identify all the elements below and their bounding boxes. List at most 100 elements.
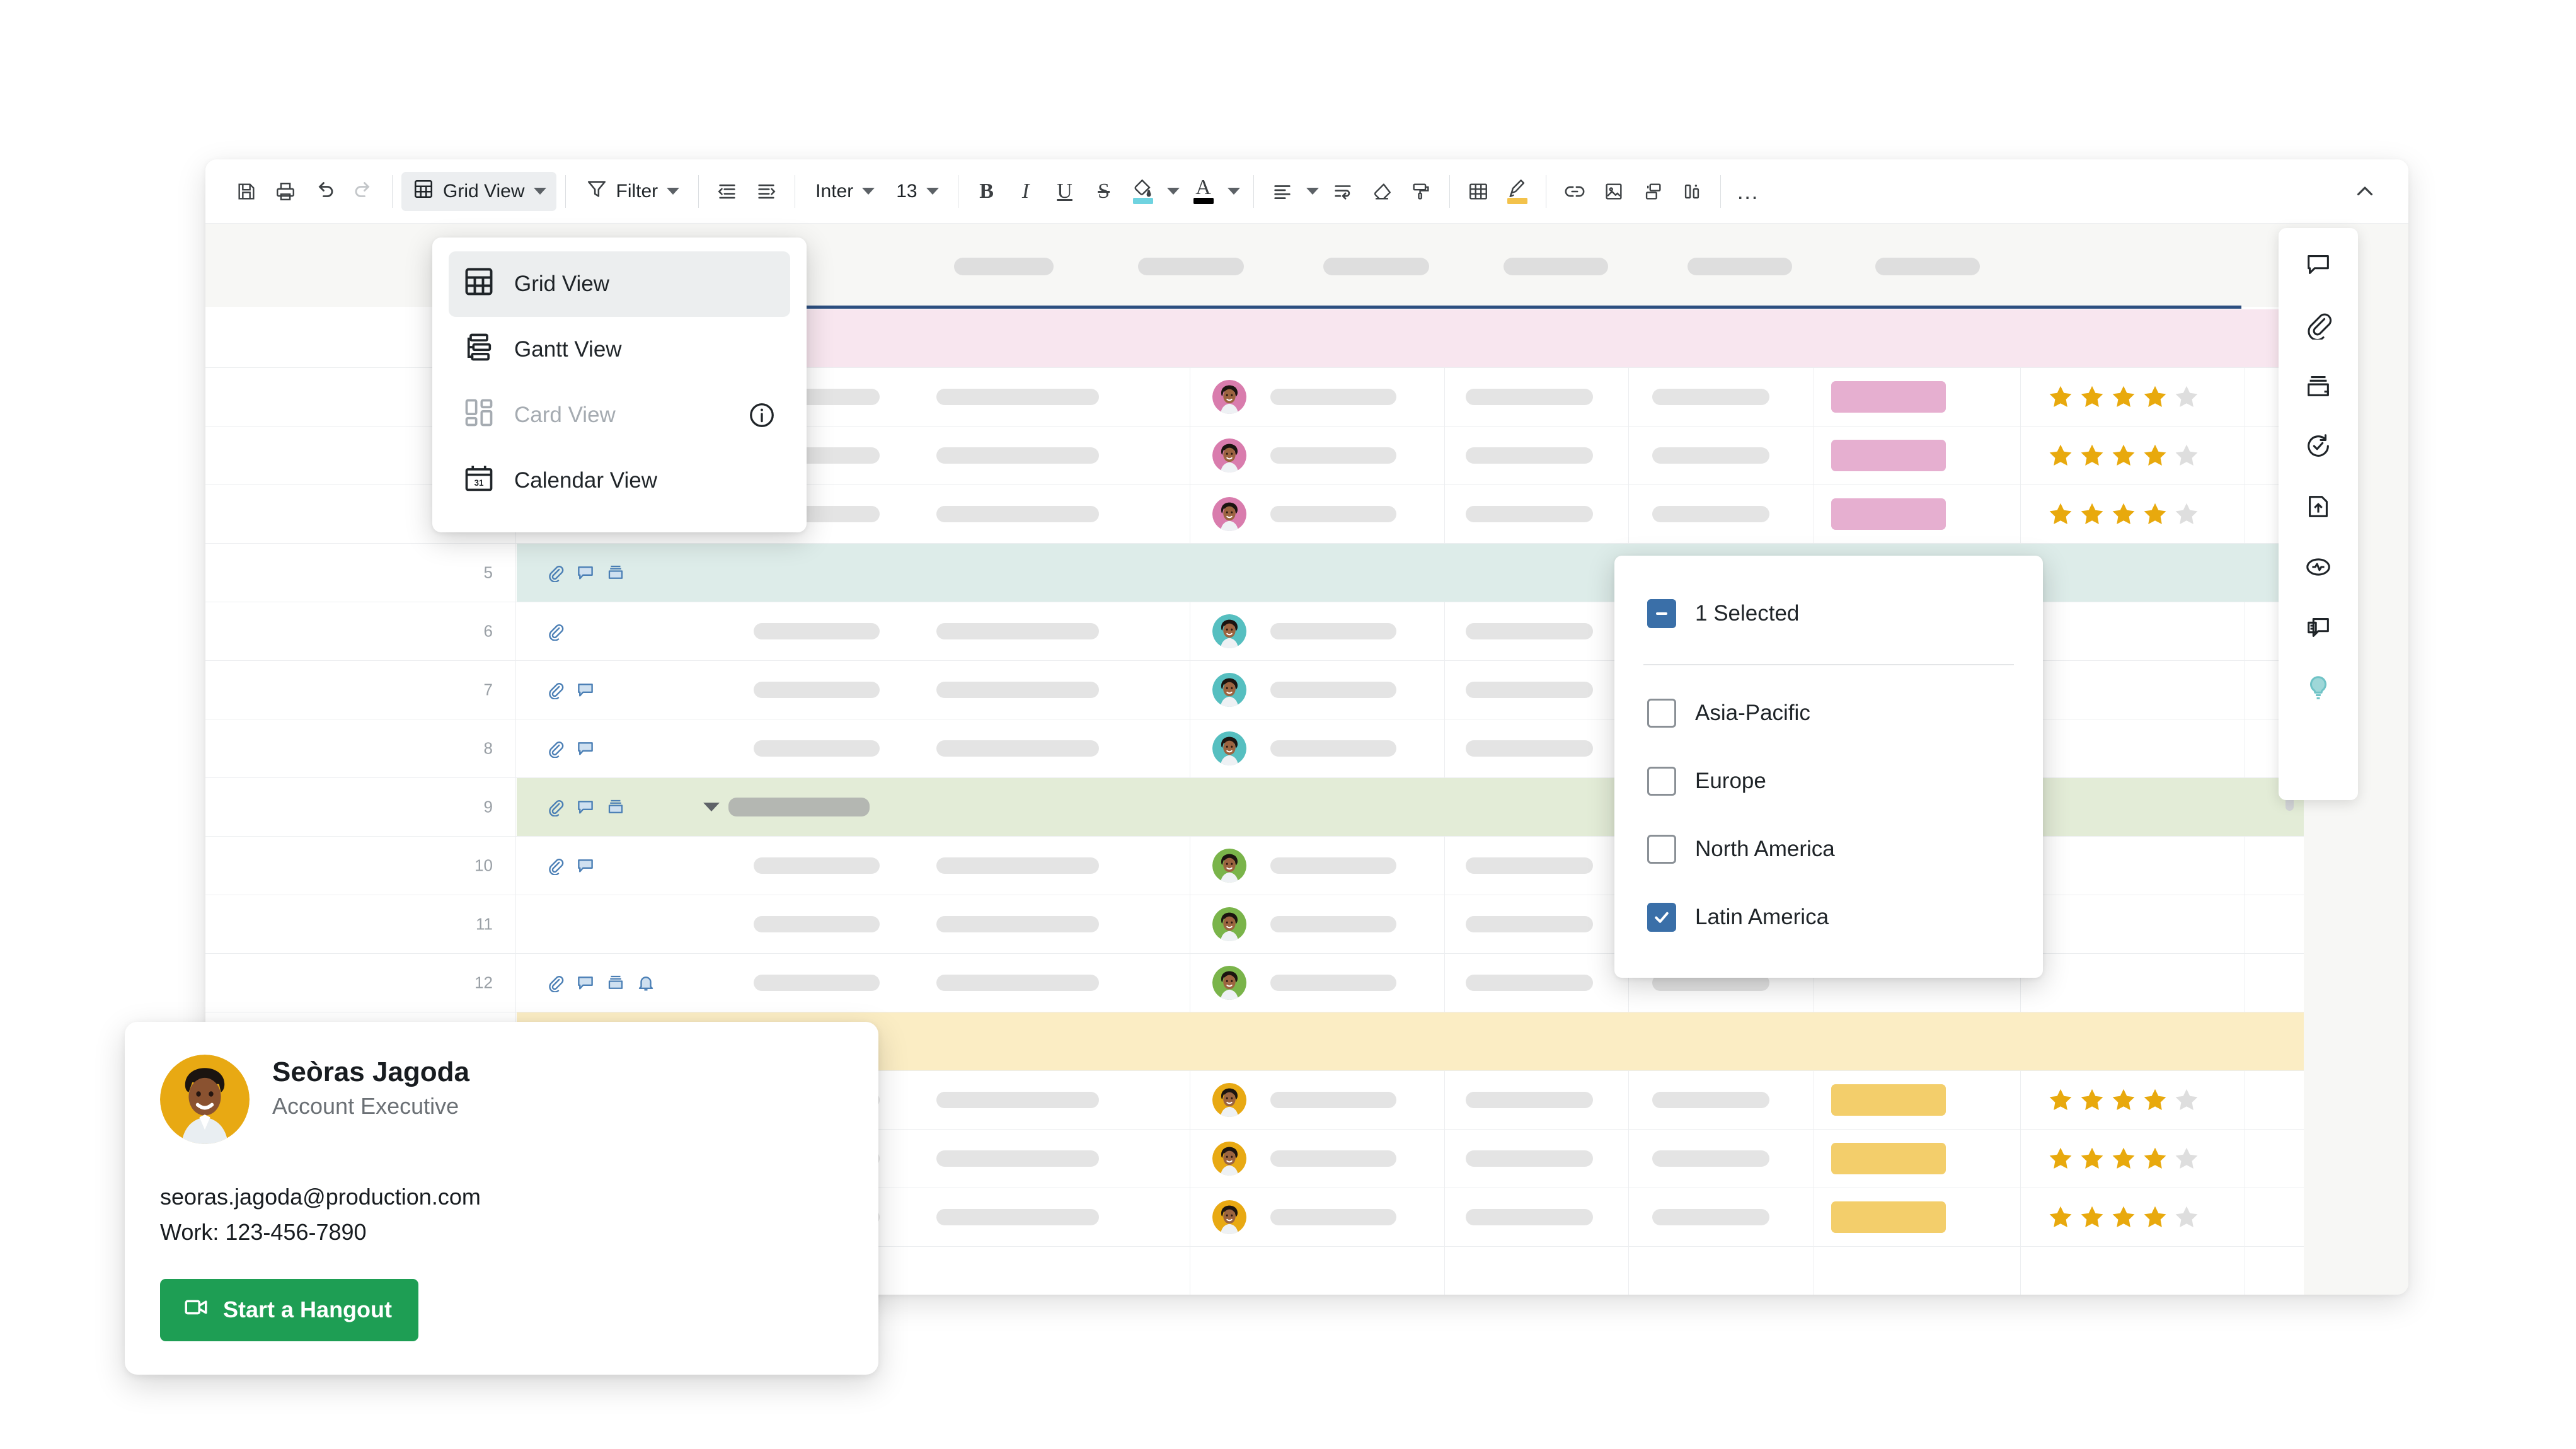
print-button[interactable]: [266, 172, 305, 211]
paperclip-icon[interactable]: [546, 856, 565, 875]
highlighter-button[interactable]: [1498, 172, 1537, 211]
align-button[interactable]: [1263, 172, 1302, 211]
paperclip-icon[interactable]: [546, 798, 565, 816]
menu-item-calendar-view[interactable]: 31 Calendar View: [449, 448, 790, 513]
filter-option-latin-america[interactable]: Latin America: [1614, 883, 2043, 951]
summary-icon[interactable]: [2291, 605, 2345, 650]
status-chip[interactable]: [1831, 440, 1946, 471]
filter-select-all[interactable]: 1 Selected: [1614, 580, 2043, 648]
status-chip[interactable]: [1831, 381, 1946, 413]
column-tools-button[interactable]: [1672, 172, 1711, 211]
avatar[interactable]: [1212, 966, 1246, 1000]
avatar[interactable]: [1212, 1142, 1246, 1176]
save-button[interactable]: [227, 172, 266, 211]
paperclip-icon[interactable]: [546, 739, 565, 758]
paperclip-icon[interactable]: [546, 622, 565, 641]
filter-option-north-america[interactable]: North America: [1614, 815, 2043, 883]
checkbox-checked[interactable]: [1647, 903, 1676, 932]
proof-icon[interactable]: [606, 798, 625, 816]
comment-icon[interactable]: [576, 563, 595, 582]
paperclip-icon[interactable]: [546, 563, 565, 582]
filter-button[interactable]: Filter: [575, 172, 690, 211]
wrap-text-button[interactable]: [1323, 172, 1362, 211]
clear-formatting-button[interactable]: [1362, 172, 1401, 211]
group-collapse-icon[interactable]: [703, 803, 720, 811]
status-chip[interactable]: [1831, 1143, 1946, 1174]
undo-button[interactable]: [305, 172, 344, 211]
comment-icon[interactable]: [576, 798, 595, 816]
update-request-icon[interactable]: [2291, 423, 2345, 469]
activity-log-icon[interactable]: [2291, 544, 2345, 590]
comment-icon[interactable]: [576, 973, 595, 992]
star-rating[interactable]: [2047, 1086, 2200, 1114]
avatar[interactable]: [1212, 849, 1246, 883]
star-rating[interactable]: [2047, 383, 2200, 411]
text-color-button[interactable]: A: [1184, 172, 1223, 211]
bell-icon[interactable]: [636, 973, 655, 992]
increase-indent-button[interactable]: [747, 172, 786, 211]
view-selector-button[interactable]: Grid View: [401, 171, 556, 211]
info-icon[interactable]: [747, 401, 776, 430]
insert-link-button[interactable]: [1555, 172, 1594, 211]
checkbox[interactable]: [1647, 699, 1676, 728]
star-rating[interactable]: [2047, 1203, 2200, 1231]
start-hangout-button[interactable]: Start a Hangout: [160, 1278, 419, 1341]
italic-button[interactable]: I: [1006, 172, 1045, 211]
format-painter-button[interactable]: [1401, 172, 1440, 211]
star-rating[interactable]: [2047, 442, 2200, 469]
filter-option-asia-pacific[interactable]: Asia-Pacific: [1614, 679, 2043, 747]
comment-icon[interactable]: [2291, 242, 2345, 287]
avatar[interactable]: [1212, 380, 1246, 414]
avatar[interactable]: [1212, 497, 1246, 531]
more-options-button[interactable]: …: [1730, 172, 1769, 211]
status-chip[interactable]: [1831, 1084, 1946, 1116]
menu-item-grid-view[interactable]: Grid View: [449, 251, 790, 317]
insert-image-button[interactable]: [1594, 172, 1633, 211]
avatar[interactable]: [1212, 673, 1246, 707]
collapse-toolbar-button[interactable]: [2343, 172, 2387, 211]
contact-email[interactable]: seoras.jagoda@production.com: [160, 1179, 843, 1215]
proof-icon[interactable]: [2291, 363, 2345, 408]
menu-item-gantt-view[interactable]: Gantt View: [449, 317, 790, 382]
avatar[interactable]: [1212, 1200, 1246, 1234]
lightbulb-icon[interactable]: [2291, 665, 2345, 711]
contact-phone[interactable]: Work: 123-456-7890: [160, 1215, 843, 1250]
font-size-selector[interactable]: 13: [885, 172, 948, 211]
table-borders-button[interactable]: [1459, 172, 1498, 211]
status-chip[interactable]: [1831, 1201, 1946, 1233]
card-layout-button[interactable]: [1633, 172, 1672, 211]
strikethrough-button[interactable]: S: [1084, 172, 1124, 211]
text-color-dropdown[interactable]: [1223, 172, 1245, 211]
decrease-indent-button[interactable]: [708, 172, 747, 211]
paperclip-icon[interactable]: [546, 973, 565, 992]
comment-icon[interactable]: [576, 856, 595, 875]
fill-color-dropdown[interactable]: [1163, 172, 1184, 211]
avatar[interactable]: [1212, 907, 1246, 941]
star-rating[interactable]: [2047, 1145, 2200, 1172]
bold-button[interactable]: B: [967, 172, 1006, 211]
fill-color-button[interactable]: [1124, 172, 1163, 211]
font-family-selector[interactable]: Inter: [804, 172, 885, 211]
filter-option-europe[interactable]: Europe: [1614, 747, 2043, 815]
attachment-icon[interactable]: [2291, 302, 2345, 348]
redo-button[interactable]: [344, 172, 383, 211]
star-rating[interactable]: [2047, 500, 2200, 528]
avatar[interactable]: [1212, 1083, 1246, 1117]
cell-placeholder: [754, 623, 880, 639]
cell-placeholder: [1466, 506, 1593, 522]
underline-button[interactable]: U: [1045, 172, 1084, 211]
proof-icon[interactable]: [606, 563, 625, 582]
checkbox[interactable]: [1647, 835, 1676, 864]
paperclip-icon[interactable]: [546, 680, 565, 699]
comment-icon[interactable]: [576, 739, 595, 758]
avatar[interactable]: [1212, 438, 1246, 472]
comment-icon[interactable]: [576, 680, 595, 699]
align-dropdown[interactable]: [1302, 172, 1323, 211]
avatar[interactable]: [1212, 614, 1246, 648]
status-chip[interactable]: [1831, 498, 1946, 530]
checkbox[interactable]: [1647, 767, 1676, 796]
proof-icon[interactable]: [606, 973, 625, 992]
publish-icon[interactable]: [2291, 484, 2345, 529]
avatar[interactable]: [1212, 731, 1246, 765]
checkbox-indeterminate[interactable]: [1647, 599, 1676, 628]
